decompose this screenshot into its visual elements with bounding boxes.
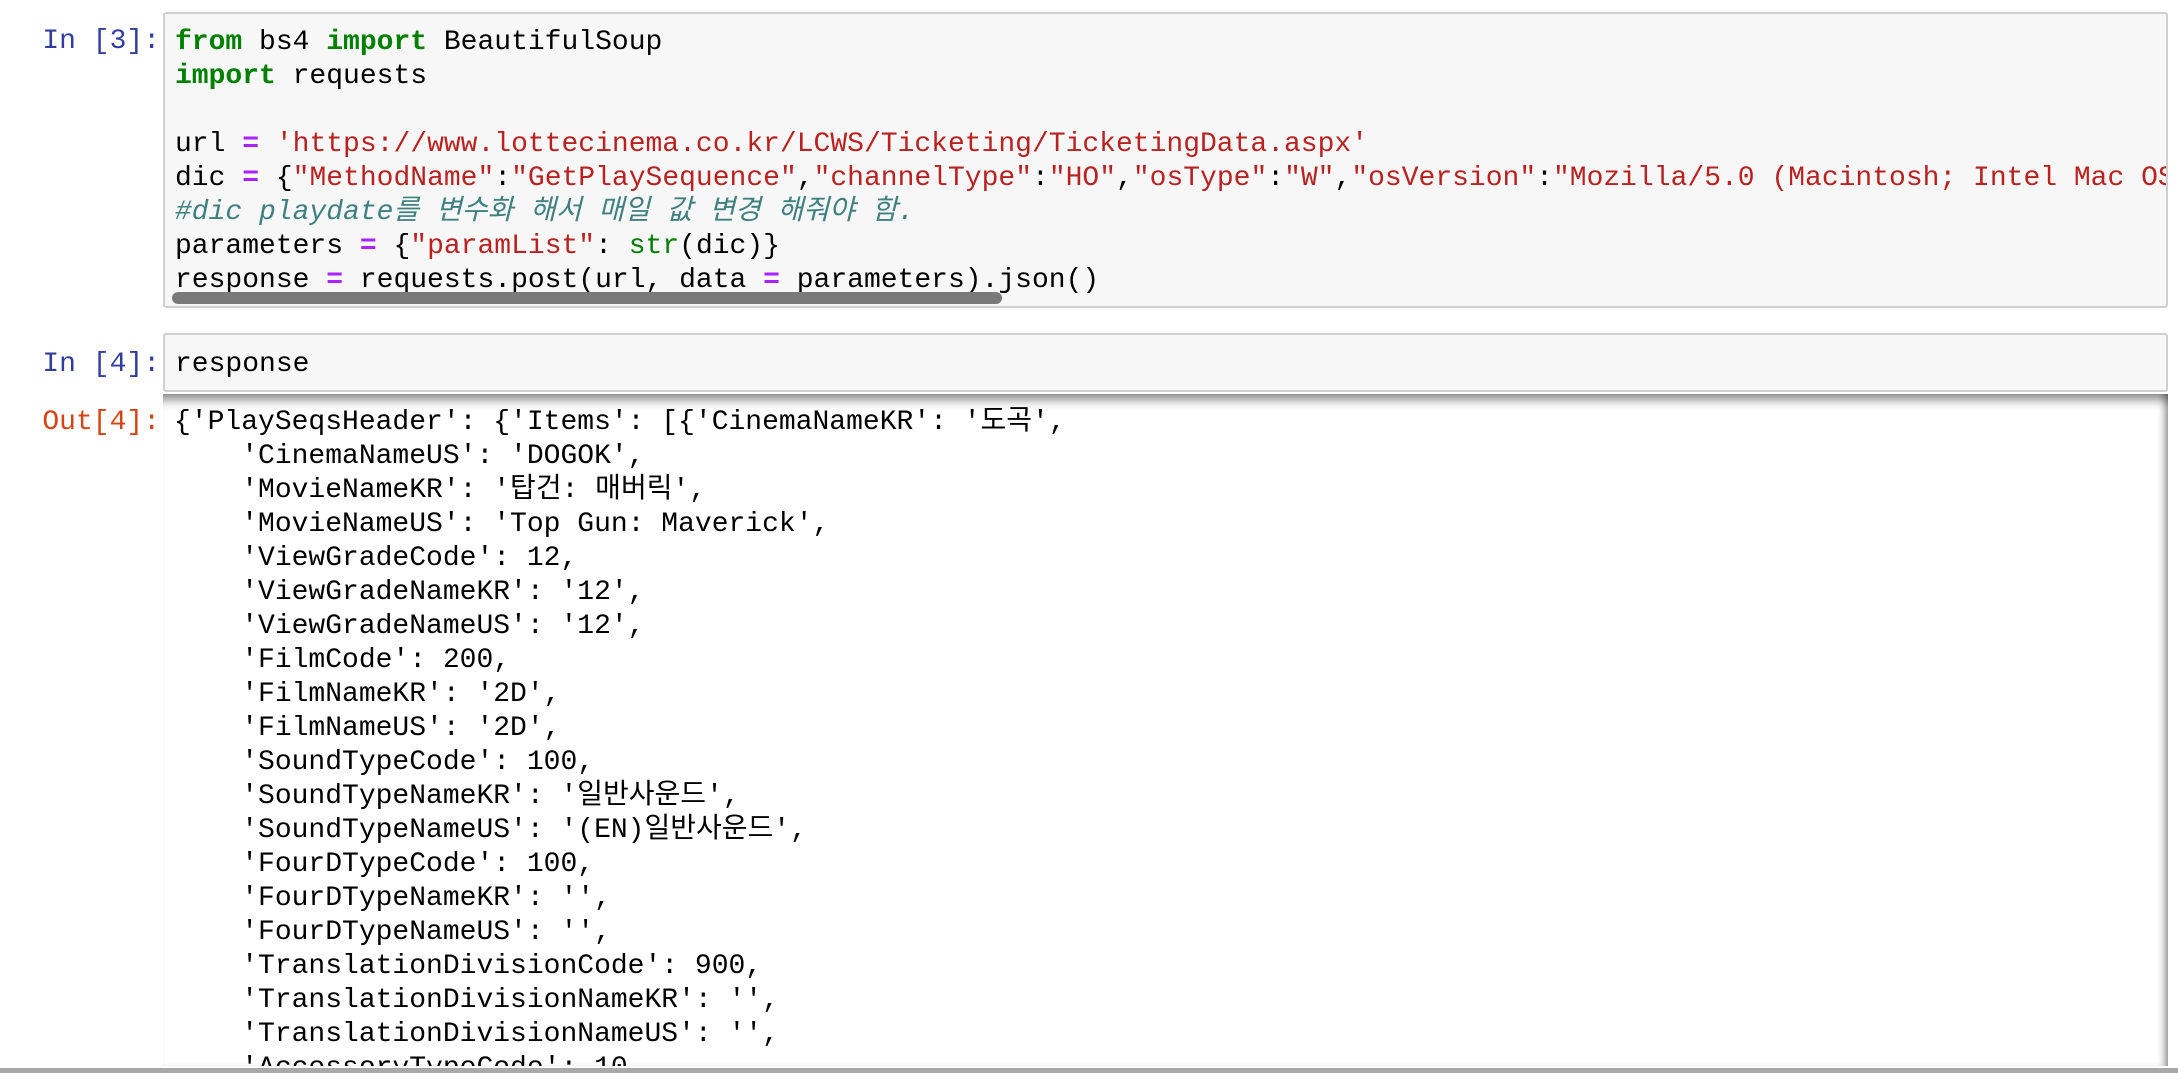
output-line: 'ViewGradeNameKR': '12',	[174, 577, 645, 608]
code-token: "HO"	[1048, 163, 1117, 194]
code-token: :	[1032, 163, 1049, 194]
output-line: 'AccessoryTypeCode': 10,	[174, 1052, 1066, 1066]
output-line: 'CinemaNameUS': 'DOGOK',	[174, 441, 645, 472]
code-token: url	[175, 129, 243, 160]
code-token: 'https://www.lottecinema.co.kr/LCWS/Tick…	[275, 129, 1369, 160]
code-editor[interactable]: from bs4 import BeautifulSoup import requ…	[175, 26, 2168, 298]
code-token: =	[242, 163, 260, 194]
code-token: ,	[1334, 163, 1352, 194]
code-token: import	[326, 27, 428, 58]
code-line: url = 'https://www.lottecinema.co.kr/LCW…	[175, 128, 2166, 162]
output-line: 'FilmNameKR': '2D',	[174, 679, 561, 710]
code-token: :	[1536, 163, 1553, 194]
code-token: "MethodName"	[292, 163, 495, 194]
output-line: 'FilmCode': 200,	[174, 645, 511, 676]
code-cell-4[interactable]: response	[163, 333, 2168, 392]
code-token: bs4	[242, 27, 327, 58]
output-area-scrolled[interactable]: {'PlaySeqsHeader': {'Items': [{'CinemaNa…	[163, 394, 2168, 1066]
code-token: :	[595, 231, 629, 262]
code-editor[interactable]: response	[175, 348, 309, 382]
output-line: 'FourDTypeCode': 100,	[174, 849, 595, 880]
output-line: 'MovieNameKR': '탑건: 매버릭',	[174, 475, 707, 506]
divider	[0, 1068, 2178, 1073]
code-token: (dic)}	[679, 231, 780, 262]
code-token: =	[242, 129, 260, 160]
input-prompt-4: In [4]:	[42, 349, 160, 380]
code-line: import requests	[175, 60, 2166, 94]
code-token: response	[175, 349, 310, 380]
output-line: 'FilmNameUS': '2D',	[174, 713, 561, 744]
code-token: #dic playdate를 변수화 해서 매일 값 변경 해줘야 함.	[175, 197, 915, 228]
code-token: =	[359, 231, 377, 262]
output-line: 'SoundTypeNameKR': '일반사운드',	[174, 781, 740, 812]
code-token: "Mozilla/5.0 (Macintosh; Intel Mac OS	[1552, 163, 2168, 194]
output-line: 'ViewGradeCode': 12,	[174, 543, 578, 574]
code-token: {	[376, 231, 411, 262]
code-token: "paramList"	[410, 231, 596, 262]
output-line: 'SoundTypeCode': 100,	[174, 747, 595, 778]
code-token: "W"	[1284, 163, 1335, 194]
code-token: str	[628, 231, 680, 262]
output-line: 'MovieNameUS': 'Top Gun: Maverick',	[174, 509, 830, 540]
code-token: "osType"	[1132, 163, 1268, 194]
input-prompt-3: In [3]:	[42, 26, 160, 57]
code-line: from bs4 import BeautifulSoup	[175, 26, 2166, 60]
code-token: "GetPlaySequence"	[511, 163, 797, 194]
output-line: 'FourDTypeNameKR': '',	[174, 883, 611, 914]
horizontal-scrollbar[interactable]	[172, 292, 1002, 304]
code-token: :	[1267, 163, 1285, 194]
code-token: "osVersion"	[1351, 163, 1537, 194]
code-line: parameters = {"paramList": str(dic)}	[175, 230, 2166, 264]
code-token: requests	[275, 61, 428, 92]
output-line: {'PlaySeqsHeader': {'Items': [{'CinemaNa…	[174, 407, 1066, 438]
code-token: parameters	[175, 231, 360, 262]
code-token: dic	[175, 163, 243, 194]
output-line: 'FourDTypeNameUS': '',	[174, 917, 611, 948]
code-token: {	[259, 163, 293, 194]
output-line: 'TranslationDivisionNameUS': '',	[174, 1019, 779, 1050]
output-line: 'TranslationDivisionCode': 900,	[174, 951, 763, 982]
output-line: 'TranslationDivisionNameKR': '',	[174, 985, 779, 1016]
output-line: 'SoundTypeNameUS': '(EN)일반사운드',	[174, 815, 807, 846]
code-token: ,	[796, 163, 814, 194]
code-token: from	[175, 27, 243, 58]
code-token: :	[494, 163, 512, 194]
code-cell-3[interactable]: from bs4 import BeautifulSoup import requ…	[163, 12, 2168, 308]
output-prompt-4: Out[4]:	[42, 407, 160, 438]
code-token: BeautifulSoup	[427, 27, 663, 58]
code-token: import	[175, 61, 276, 92]
code-token: ,	[1116, 163, 1133, 194]
output-text: {'PlaySeqsHeader': {'Items': [{'CinemaNa…	[174, 406, 1066, 1066]
output-line: 'ViewGradeNameUS': '12',	[174, 611, 645, 642]
code-line: dic = {"MethodName":"GetPlaySequence","c…	[175, 162, 2168, 196]
code-token: "channelType"	[813, 163, 1032, 194]
code-line: #dic playdate를 변수화 해서 매일 값 변경 해줘야 함.	[175, 196, 2166, 230]
code-line: response	[175, 348, 309, 382]
